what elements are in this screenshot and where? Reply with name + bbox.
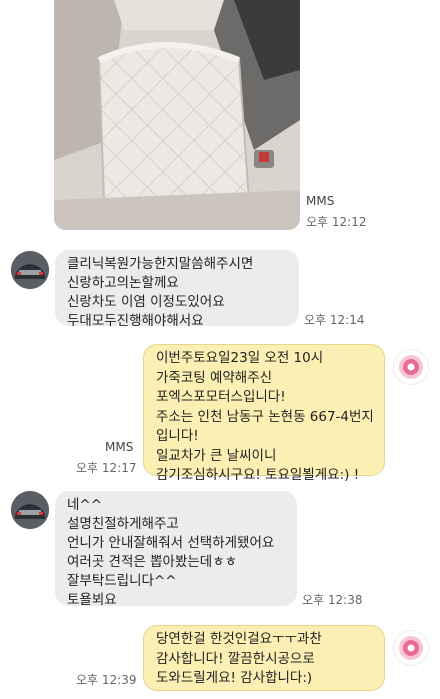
outgoing-message-bubble[interactable]: 당연한걸 한것인걸요ㅜㅜ과찬 감사합니다! 깔끔한시공으로 도와드릴게요! 감사… [143, 625, 385, 691]
message-line: 포엑스포모터스입니다! [156, 389, 286, 405]
message-line: 잘부탁드립니다^^ [67, 573, 177, 589]
incoming-message-bubble[interactable]: 클리닉복원가능한지말씀해주시면 신랑하고의논할께요 신랑차도 이염 이정도있어요… [55, 250, 299, 329]
message-time: 오후 12:39 [76, 673, 137, 687]
message-time: 오후 12:17 [76, 461, 137, 475]
message-line: 이번주토요일23일 오전 10시 [156, 350, 324, 366]
message-line: 설명친절하게해주고 [67, 516, 179, 532]
car-seat-photo[interactable] [54, 0, 300, 230]
message-line: 언니가 안내잘해줘서 선택하게됐어요 [67, 535, 275, 551]
message-line: 여러곳 견적은 뽑아봤는데ㅎㅎ [67, 554, 238, 570]
message-type-label: MMS [105, 440, 134, 454]
contact-avatar[interactable] [11, 251, 49, 289]
message-line: 일교차가 큰 날씨이니 [156, 447, 277, 464]
message-line: 감기조심하시구요! 토요일뵐게요:) ! [156, 467, 360, 483]
message-time: 오후 12:14 [304, 313, 365, 327]
sender-profile-icon[interactable] [393, 630, 429, 666]
contact-avatar[interactable] [11, 491, 49, 529]
outgoing-message-bubble[interactable]: 이번주토요일23일 오전 10시 가죽코팅 예약해주신 포엑스포모터스입니다! … [143, 344, 385, 483]
message-line: 신랑차도 이염 이정도있어요 [67, 294, 225, 310]
message-line: 클리닉복원가능한지말씀해주시면 [67, 256, 254, 272]
message-line: 주소는 인천 남동구 논현동 667-4번지 [156, 408, 372, 425]
message-time: 오후 12:38 [302, 593, 363, 607]
message-line: 감사합니다! 깔끔한시공으로 [156, 650, 315, 667]
incoming-message-bubble[interactable]: 네^^ 설명친절하게해주고 언니가 안내잘해줘서 선택하게됐어요 여러곳 견적은… [55, 491, 297, 608]
message-line: 당연한걸 한것인걸요ㅜㅜ과찬 [156, 631, 322, 647]
message-line: 가죽코팅 예약해주신 [156, 369, 273, 386]
message-line: 두대모두진행해야해서요 [67, 313, 204, 329]
message-line: 토욜뵈요 [67, 592, 117, 608]
message-line: 신랑하고의논할께요 [67, 275, 179, 291]
message-type-label: MMS [306, 194, 335, 208]
message-time: 오후 12:12 [306, 215, 367, 229]
message-line: 입니다! [156, 428, 199, 444]
message-line: 네^^ [67, 497, 103, 513]
sender-profile-icon[interactable] [393, 349, 429, 385]
message-line: 도와드릴게요! 감사합니다:) [156, 670, 313, 686]
